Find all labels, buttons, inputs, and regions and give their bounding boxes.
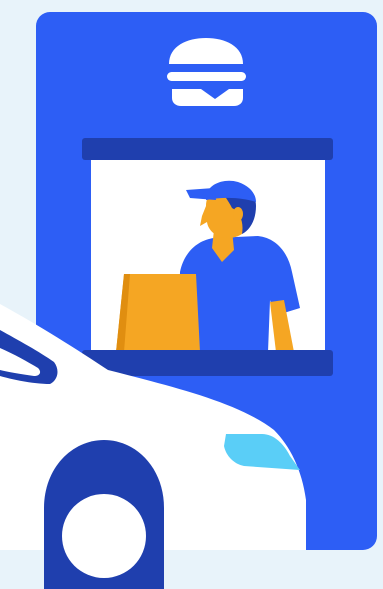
burger-icon [167, 38, 246, 106]
worker-ear [233, 207, 243, 221]
drive-through-scene [0, 0, 383, 589]
window-top-ledge [82, 138, 333, 160]
car-wheel [44, 440, 164, 589]
window-bottom-ledge [82, 350, 333, 376]
paper-bag [116, 274, 200, 352]
drive-through-illustration [0, 0, 383, 589]
service-window [82, 138, 333, 376]
wheel-tire [62, 494, 146, 578]
